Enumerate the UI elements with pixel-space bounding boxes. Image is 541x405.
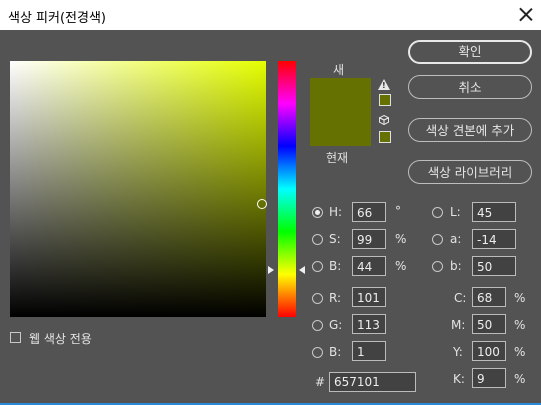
lab-l-label: L: — [450, 205, 461, 219]
lab-l-input[interactable]: 45 — [472, 202, 516, 222]
new-color-label: 새 — [333, 63, 345, 77]
yellow-unit: % — [514, 345, 526, 359]
window-title: 색상 피커(전경색) — [8, 11, 106, 26]
hue-slider-left-handle-icon[interactable] — [268, 266, 274, 274]
yellow-input[interactable]: 100 — [472, 341, 506, 361]
gamut-color-swatch[interactable] — [379, 94, 391, 106]
hue-label: H: — [329, 205, 343, 219]
color-libraries-button[interactable]: 색상 라이브러리 — [408, 160, 532, 184]
saturation-label: S: — [329, 232, 341, 246]
cancel-button[interactable]: 취소 — [408, 75, 532, 99]
web-colors-label: 웹 색상 전용 — [29, 332, 92, 346]
red-input[interactable]: 101 — [352, 287, 386, 307]
lab-l-radio[interactable] — [432, 207, 443, 218]
close-icon[interactable] — [515, 4, 537, 26]
web-safe-color-swatch[interactable] — [379, 131, 391, 143]
green-radio[interactable] — [312, 320, 323, 331]
red-label: R: — [329, 291, 342, 305]
yellow-label: Y: — [453, 345, 463, 359]
blue-label: B: — [329, 345, 342, 359]
lab-a-label: a: — [450, 232, 462, 246]
hex-input[interactable]: 657101 — [329, 372, 416, 392]
hue-input[interactable]: 66 — [352, 202, 386, 222]
magenta-unit: % — [514, 318, 526, 332]
blue-radio[interactable] — [312, 347, 323, 358]
web-colors-checkbox[interactable] — [10, 332, 21, 343]
saturation-input[interactable]: 99 — [352, 229, 386, 249]
hue-slider[interactable] — [278, 61, 296, 317]
current-color-swatch[interactable] — [310, 112, 371, 146]
gamut-warning-icon[interactable]: ! — [378, 79, 390, 90]
hex-label: # — [315, 375, 326, 389]
cyan-unit: % — [514, 291, 526, 305]
color-field[interactable] — [10, 61, 266, 317]
cyan-input[interactable]: 68 — [472, 287, 506, 307]
brightness-label: B: — [329, 259, 342, 273]
color-field-marker[interactable] — [257, 199, 267, 209]
ok-button[interactable]: 확인 — [408, 40, 532, 64]
title-bar: 색상 피커(전경색) — [0, 0, 541, 30]
black-label: K: — [453, 372, 465, 386]
current-color-label: 현재 — [326, 151, 349, 165]
add-to-swatches-button[interactable]: 색상 견본에 추가 — [408, 118, 532, 142]
black-input[interactable]: 9 — [472, 368, 506, 388]
cyan-label: C: — [454, 291, 467, 305]
lab-b-input[interactable]: 50 — [472, 256, 516, 276]
new-color-swatch — [310, 78, 371, 112]
saturation-unit: % — [395, 232, 407, 246]
magenta-label: M: — [451, 318, 466, 332]
hue-unit: ° — [395, 204, 401, 218]
web-safe-cube-icon[interactable] — [379, 115, 389, 125]
lab-b-label: b: — [450, 259, 462, 273]
red-radio[interactable] — [312, 293, 323, 304]
lab-a-radio[interactable] — [432, 234, 443, 245]
lab-a-input[interactable]: -14 — [472, 229, 516, 249]
green-label: G: — [329, 318, 343, 332]
magenta-input[interactable]: 50 — [472, 314, 506, 334]
hue-slider-right-handle-icon[interactable] — [299, 266, 305, 274]
lab-b-radio[interactable] — [432, 261, 443, 272]
blue-input[interactable]: 1 — [352, 341, 386, 361]
black-unit: % — [514, 372, 526, 386]
hue-radio[interactable] — [312, 207, 323, 218]
green-input[interactable]: 113 — [352, 314, 386, 334]
saturation-radio[interactable] — [312, 234, 323, 245]
brightness-unit: % — [395, 259, 407, 273]
brightness-input[interactable]: 44 — [352, 256, 386, 276]
color-picker-window: 색상 피커(전경색) 새 현재 ! 확인 취소 색상 견본에 추가 색상 라이브… — [0, 0, 541, 405]
brightness-radio[interactable] — [312, 261, 323, 272]
